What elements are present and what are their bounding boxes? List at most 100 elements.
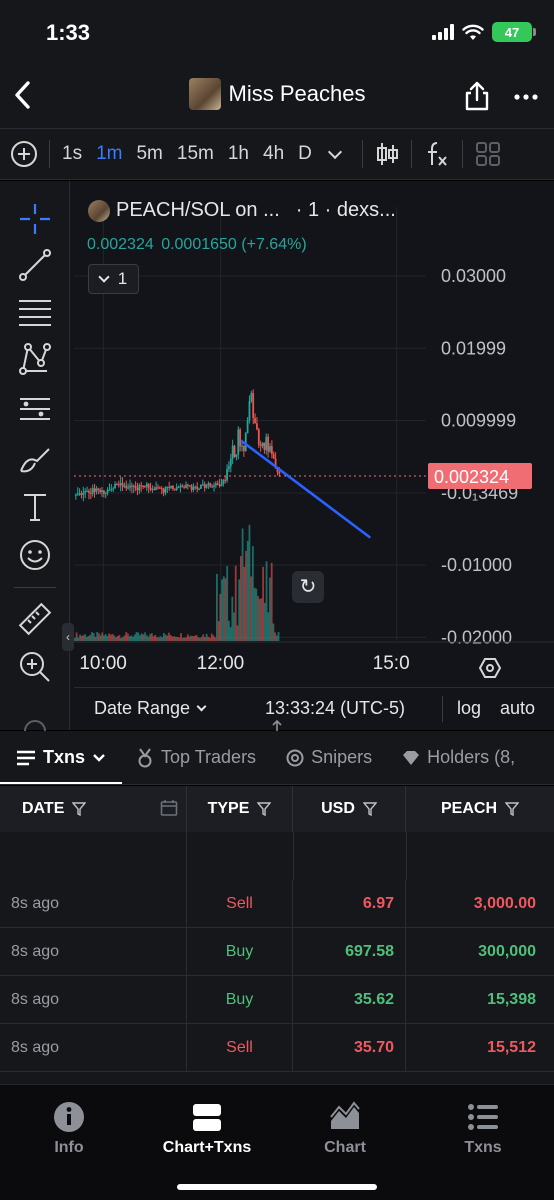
txn-usd: 35.70 — [293, 1024, 406, 1072]
log-scale-button[interactable]: log — [457, 698, 481, 719]
candle-body — [136, 488, 139, 491]
volume-bar — [195, 634, 198, 641]
interval-5m[interactable]: 5m — [136, 143, 162, 165]
tab-txns[interactable]: Txns — [16, 747, 106, 768]
table-row[interactable]: 8s ago Buy 35.62 15,398 — [0, 976, 554, 1024]
interval-1m[interactable]: 1m — [96, 143, 122, 165]
volume-bar — [171, 636, 174, 641]
column-date[interactable]: DATE — [0, 786, 187, 832]
candlestick-type-icon[interactable] — [375, 140, 399, 168]
candle-body — [272, 454, 275, 459]
txn-usd: 6.97 — [293, 880, 406, 928]
interval-dropdown-icon[interactable] — [327, 144, 342, 160]
trendline-tool-icon[interactable] — [17, 247, 53, 283]
bottom-tab-txns[interactable]: Txns — [423, 1101, 543, 1157]
candle-body — [228, 466, 230, 470]
target-icon — [286, 749, 304, 766]
bottom-tab-chart[interactable]: Chart — [285, 1101, 405, 1157]
magnet-icon[interactable] — [17, 713, 53, 731]
filter-icon[interactable] — [362, 802, 377, 816]
x-tick-label: 12:00 — [197, 653, 245, 674]
candle-body — [177, 487, 180, 489]
ruler-icon[interactable] — [17, 601, 53, 637]
chart-toolbar: 1s 1m 5m 15m 1h 4h D — [0, 128, 554, 180]
volume-bar — [80, 635, 83, 641]
more-options-button[interactable] — [514, 82, 538, 102]
bottom-tab-chart-txns[interactable]: Chart+Txns — [147, 1101, 267, 1157]
share-button[interactable] — [462, 80, 492, 112]
settings-hex-icon[interactable] — [479, 657, 501, 679]
txn-usd: 35.62 — [293, 976, 406, 1024]
volume-bar — [207, 636, 210, 641]
volume-bar — [216, 573, 218, 641]
volume-bar — [222, 576, 225, 641]
tab-label: Holders (8, — [427, 747, 516, 767]
layout-grid-icon[interactable] — [475, 141, 501, 167]
candle-body — [157, 487, 159, 489]
candle-body — [278, 472, 281, 474]
table-row[interactable]: 8s ago Sell 6.97 3,000.00 — [0, 880, 554, 928]
volume-bar — [217, 621, 220, 641]
txn-amount: 15,398 — [487, 991, 536, 1008]
column-type[interactable]: TYPE — [187, 786, 293, 832]
current-price: 0.002324 — [87, 236, 154, 253]
volume-bar — [151, 633, 153, 641]
table-row[interactable]: 8s ago Sell 35.70 15,512 — [0, 1024, 554, 1072]
candle-body — [74, 494, 77, 496]
interval-1s[interactable]: 1s — [62, 143, 82, 165]
pattern-tool-icon[interactable] — [17, 341, 53, 377]
column-token[interactable]: PEACH — [406, 786, 554, 832]
volume-bar — [239, 556, 242, 641]
date-range-label: Date Range — [94, 698, 191, 718]
collapse-sidebar-button[interactable]: ‹ — [62, 623, 74, 651]
calendar-icon[interactable] — [160, 799, 178, 817]
candle-body — [248, 401, 251, 421]
tab-snipers[interactable]: Snipers — [286, 747, 372, 768]
crosshair-icon[interactable] — [17, 201, 53, 237]
timezone-clock[interactable]: 13:33:24 (UTC-5) — [265, 698, 405, 719]
tab-holders[interactable]: Holders (8, — [402, 747, 515, 768]
chart-panel[interactable]: 0.03000 0.01999 0.009999 -0.0₁3469 -0.01000-… — [74, 189, 554, 730]
interval-1h[interactable]: 1h — [228, 143, 249, 165]
indicators-fx-icon[interactable] — [424, 140, 450, 168]
price-chart[interactable]: 0.030000.019990.009999-0.0₁3469-0.01000-… — [74, 189, 554, 687]
volume-bar — [123, 635, 126, 641]
candle-body — [89, 492, 92, 494]
column-usd[interactable]: USD — [293, 786, 406, 832]
emoji-tool-icon[interactable] — [17, 537, 53, 573]
filter-icon[interactable] — [72, 802, 87, 816]
projection-tool-icon[interactable] — [17, 391, 53, 427]
column-label: USD — [321, 800, 355, 817]
filter-icon[interactable] — [505, 802, 519, 816]
indicators-toggle[interactable]: 1 — [88, 264, 139, 294]
interval-1d[interactable]: D — [298, 143, 312, 165]
candle-body — [241, 445, 243, 447]
candle-body — [270, 446, 273, 455]
zoom-in-icon[interactable] — [17, 649, 53, 685]
symbol-line[interactable]: PEACH/SOL on ... · 1 · dexs... — [88, 199, 396, 222]
fib-levels-icon[interactable] — [17, 293, 53, 329]
candle-body — [88, 490, 90, 493]
volume-bar — [174, 636, 177, 641]
interval-15m[interactable]: 15m — [177, 143, 214, 165]
date-range-button[interactable]: Date Range — [94, 698, 207, 719]
filter-icon[interactable] — [257, 802, 272, 816]
interval-4h[interactable]: 4h — [263, 143, 284, 165]
tab-top-traders[interactable]: Top Traders — [136, 747, 256, 768]
volume-bar — [84, 634, 87, 641]
volume-bar — [108, 633, 111, 641]
volume-bar — [176, 636, 179, 641]
brush-tool-icon[interactable] — [17, 441, 53, 477]
volume-bar — [198, 637, 201, 641]
candle-body — [114, 483, 116, 489]
volume-bar — [103, 635, 105, 641]
auto-scale-button[interactable]: auto — [500, 698, 535, 719]
bottom-tab-info[interactable]: Info — [9, 1101, 129, 1157]
volume-bar — [258, 599, 261, 641]
text-tool-icon[interactable] — [17, 489, 53, 525]
table-row[interactable]: 8s ago Buy 697.58 300,000 — [0, 928, 554, 976]
add-symbol-button[interactable] — [11, 141, 37, 167]
info-icon — [54, 1102, 84, 1132]
candle-body — [205, 484, 208, 488]
reset-chart-button[interactable]: ↻ — [292, 571, 324, 603]
